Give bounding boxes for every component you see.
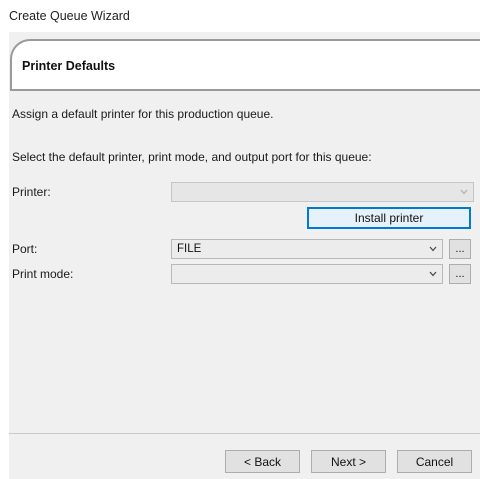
install-printer-button[interactable]: Install printer <box>307 207 471 229</box>
chevron-down-icon <box>429 271 437 277</box>
chevron-down-icon <box>460 189 468 195</box>
port-browse-button[interactable]: ... <box>449 239 471 259</box>
footer-separator <box>9 433 480 434</box>
intro-text: Assign a default printer for this produc… <box>12 107 274 121</box>
instructions-text: Select the default printer, print mode, … <box>12 150 372 164</box>
back-button[interactable]: < Back <box>225 450 300 473</box>
port-select-value: FILE <box>177 243 202 255</box>
page-title: Printer Defaults <box>22 59 116 73</box>
cancel-button[interactable]: Cancel <box>397 450 472 473</box>
port-select[interactable]: FILE <box>171 239 443 259</box>
print-mode-select[interactable] <box>171 264 443 284</box>
print-mode-browse-button[interactable]: ... <box>449 264 471 284</box>
printer-select[interactable] <box>171 182 474 202</box>
chevron-down-icon <box>429 246 437 252</box>
port-label: Port: <box>12 242 38 256</box>
window-title: Create Queue Wizard <box>9 9 130 23</box>
next-button[interactable]: Next > <box>311 450 386 473</box>
printer-label: Printer: <box>12 185 51 199</box>
title-bar: Create Queue Wizard <box>0 0 480 32</box>
print-mode-label: Print mode: <box>12 267 74 281</box>
